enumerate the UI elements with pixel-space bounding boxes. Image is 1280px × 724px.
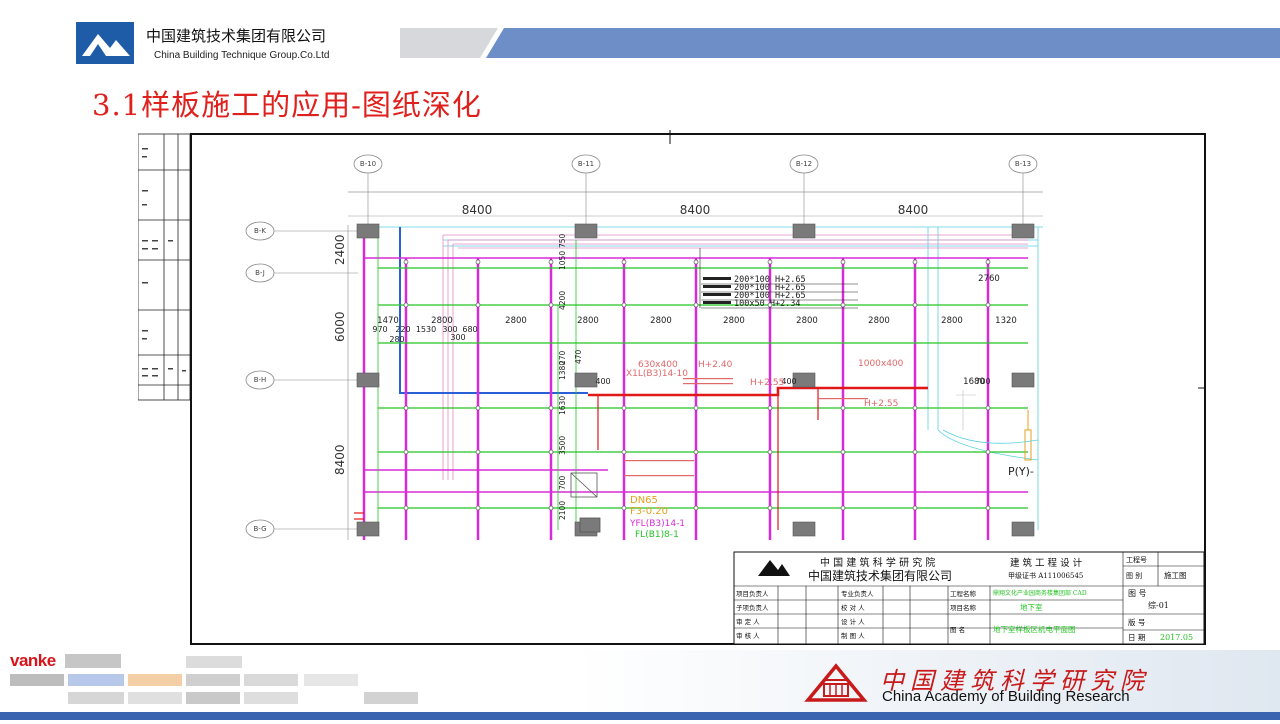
- pipe-label: 1000x400: [858, 359, 904, 369]
- row-label: 项目负责人: [736, 589, 769, 598]
- pipe-label: F3-0.20: [630, 506, 668, 517]
- column-tag: B-11: [578, 160, 594, 168]
- revision-table: [138, 133, 191, 401]
- detail-dim: 2760: [978, 274, 1000, 284]
- row-label: 专业负责人: [841, 589, 874, 598]
- vert-dim: 700: [558, 475, 567, 490]
- span-dim: 8400: [462, 203, 493, 217]
- cert-no: 甲级证书 A111006545: [1008, 571, 1083, 580]
- pipe-label: DN65: [630, 495, 658, 506]
- row-label: 制 图 人: [841, 631, 865, 640]
- small-dim: 700: [975, 377, 990, 386]
- group-name: 中国建筑技术集团有限公司: [808, 568, 952, 583]
- pipe-label: H+2.40: [698, 360, 733, 370]
- row-tag: B-H: [254, 376, 267, 384]
- vert-dim: 1630: [558, 396, 567, 415]
- pipe-label: X1L(B3)14-10: [626, 369, 688, 379]
- date-label: 日 期: [1128, 633, 1145, 642]
- column-tag: B-12: [796, 160, 812, 168]
- small-dim: 400: [595, 377, 610, 386]
- project-label: 工程名称: [950, 589, 977, 598]
- vert-dim: 3500: [558, 436, 567, 455]
- cat-value: 施工图: [1164, 570, 1187, 580]
- version-label: 版 号: [1128, 617, 1145, 627]
- drawing-no-label: 图 号: [1128, 589, 1147, 598]
- row-label: 校 对 人: [841, 603, 865, 612]
- proj-no-label: 工程号: [1126, 555, 1147, 564]
- column-tag: B-10: [360, 160, 376, 168]
- span-dim: 8400: [680, 203, 711, 217]
- detail-dim: 2800: [650, 316, 672, 326]
- cabr-logo: [804, 662, 868, 704]
- small-dim: 970: [372, 325, 387, 334]
- detail-dim: 2800: [505, 316, 527, 326]
- left-dim: 6000: [333, 311, 347, 342]
- span-dim: 8400: [898, 203, 929, 217]
- row-label: 子项负责人: [736, 603, 769, 612]
- design-label: 建 筑 工 程 设 计: [1010, 557, 1083, 569]
- small-dim: 280: [389, 335, 404, 344]
- row-tag: B-G: [253, 525, 266, 533]
- small-dim: 300: [450, 333, 465, 342]
- institute-name: 中 国 建 筑 科 学 研 究 院: [820, 556, 935, 569]
- detail-dim: 2800: [941, 316, 963, 326]
- detail-dim: 2800: [723, 316, 745, 326]
- vert-dim: 270: [558, 350, 567, 365]
- duct-note: 100x50 H+2.34: [734, 299, 801, 309]
- pipe-label: H+2.55: [750, 378, 784, 388]
- detail-dim: 1320: [995, 316, 1017, 326]
- row-label: 审 定 人: [736, 617, 760, 626]
- company-name-cn: 中国建筑技术集团有限公司: [146, 27, 327, 45]
- left-dim: 8400: [333, 444, 347, 475]
- company-name-en: China Building Technique Group.Co.Ltd: [154, 50, 330, 61]
- row-label: 审 核 人: [736, 631, 760, 640]
- name-label: 图 名: [950, 625, 965, 634]
- vert-dim: 470: [574, 349, 583, 364]
- pipe-label: P(Y)-: [1008, 465, 1034, 478]
- pipe-label: FL(B1)8-1: [635, 530, 679, 540]
- detail-dim: 2800: [796, 316, 818, 326]
- vert-dim: 4200: [558, 291, 567, 310]
- vanke-brand: vanke: [10, 651, 56, 670]
- sub-value: 地下室: [1020, 602, 1043, 612]
- project-value: 鼎翔文化产业园商务楼集团部 CAD: [993, 589, 1087, 597]
- header-band: [400, 28, 1280, 58]
- column-tag: B-13: [1015, 160, 1031, 168]
- mep-floor-plan-drawing: B-10 B-11 B-12 B-13 8400 8400 8400 B-K B…: [138, 130, 1206, 645]
- cabr-name-en: China Academy of Building Research: [882, 688, 1130, 705]
- name-value: 地下室样板区机电平面图: [993, 624, 1076, 634]
- vert-dim: 750: [558, 233, 567, 248]
- small-dim: 1530: [416, 325, 436, 334]
- small-dim: 220: [395, 325, 410, 334]
- sub-label: 项目名称: [950, 603, 977, 612]
- detail-dim: 2800: [868, 316, 890, 326]
- title-block: 中 国 建 筑 科 学 研 究 院 中国建筑技术集团有限公司 建 筑 工 程 设…: [733, 551, 1205, 645]
- row-tag: B-J: [255, 269, 265, 277]
- company-logo: [76, 22, 134, 64]
- vert-dim: 2100: [558, 501, 567, 520]
- detail-dim: 2800: [577, 316, 599, 326]
- pipe-label: YFL(B3)14-1: [629, 519, 685, 529]
- cat-label: 图 别: [1126, 571, 1142, 580]
- date-value: 2017.05: [1160, 633, 1193, 642]
- row-tag: B-K: [254, 227, 266, 235]
- pipe-label: H+2.55: [864, 399, 898, 409]
- vert-dim: 1050: [558, 251, 567, 270]
- drawing-no-value: 综-01: [1148, 600, 1169, 610]
- slide-title: 3.1样板施工的应用-图纸深化: [92, 88, 482, 122]
- row-label: 设 计 人: [841, 617, 865, 626]
- left-dim: 2400: [333, 234, 347, 265]
